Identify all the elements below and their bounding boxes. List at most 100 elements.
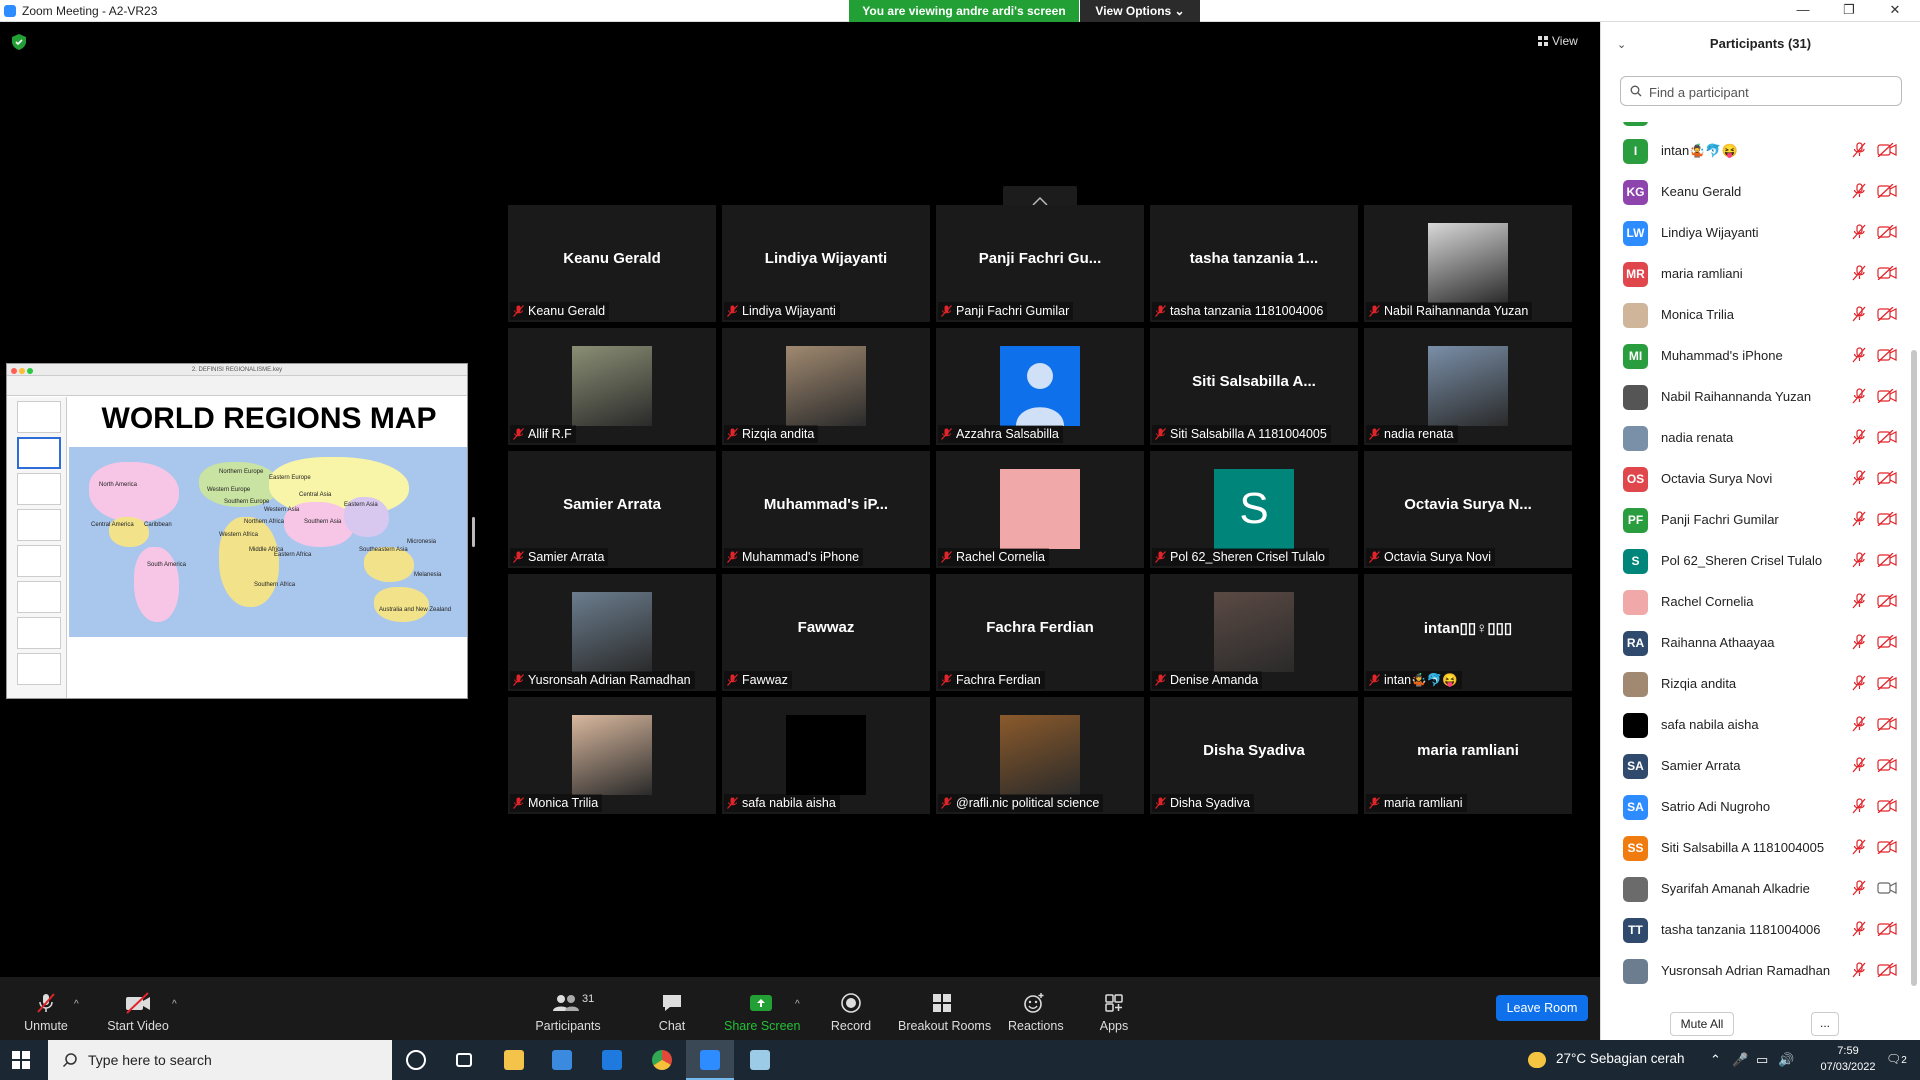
participant-video-tile[interactable]: Denise Amanda (1150, 574, 1358, 691)
participant-video-tile[interactable]: Samier Arrata Samier Arrata (508, 451, 716, 568)
video-off-icon[interactable] (1877, 184, 1897, 198)
mic-muted-icon[interactable] (1851, 388, 1867, 404)
video-off-icon[interactable] (1877, 553, 1897, 567)
view-options-button[interactable]: View Options ⌄ (1080, 0, 1200, 22)
more-options-button[interactable]: ... (1811, 1012, 1839, 1036)
participant-video-tile[interactable]: Rizqia andita (722, 328, 930, 445)
video-off-icon[interactable] (1877, 635, 1897, 649)
shared-screen-view[interactable]: 2. DEFINISI REGIONALISME.key WORLD REGIO… (6, 363, 468, 699)
participant-row[interactable]: LW Lindiya Wijayanti (1601, 212, 1911, 253)
chat-button[interactable]: Chat (652, 977, 692, 1040)
video-off-icon[interactable] (1877, 143, 1897, 157)
participant-row[interactable]: Syarifah Amanah Alkadrie (1601, 868, 1911, 909)
participant-search[interactable] (1620, 76, 1902, 106)
notepad-icon[interactable] (736, 1040, 784, 1080)
participant-video-tile[interactable]: Nabil Raihannanda Yuzan (1364, 205, 1572, 322)
participant-row[interactable]: Rizqia andita (1601, 663, 1911, 704)
windows-start-icon[interactable] (12, 1051, 30, 1069)
participant-row[interactable]: Monica Trilia (1601, 294, 1911, 335)
cortana-icon[interactable] (392, 1040, 440, 1080)
zoom-taskbar-icon[interactable] (686, 1040, 734, 1080)
volume-icon[interactable]: 🔊 (1778, 1052, 1794, 1068)
video-off-icon[interactable] (1877, 512, 1897, 526)
video-off-icon[interactable] (1877, 717, 1897, 731)
participant-video-tile[interactable]: tasha tanzania 1... tasha tanzania 118100… (1150, 205, 1358, 322)
participant-row[interactable]: Iintan🤹🐬😝 (1601, 130, 1911, 171)
mic-muted-icon[interactable] (1851, 429, 1867, 445)
video-off-icon[interactable] (1877, 676, 1897, 690)
participant-video-tile[interactable]: Lindiya Wijayanti Lindiya Wijayanti (722, 205, 930, 322)
participant-video-tile[interactable]: intan▯▯♀▯▯▯ intan🤹🐬😝 (1364, 574, 1572, 691)
video-on-icon[interactable] (1877, 881, 1897, 895)
participant-video-tile[interactable]: Panji Fachri Gu... Panji Fachri Gumilar (936, 205, 1144, 322)
weather-text[interactable]: 27°C Sebagian cerah (1556, 1051, 1685, 1066)
video-off-icon[interactable] (1877, 922, 1897, 936)
restore-button[interactable]: ❐ (1834, 2, 1864, 20)
participant-video-tile[interactable]: Fawwaz Fawwaz (722, 574, 930, 691)
taskbar-clock[interactable]: 7:59 07/03/2022 (1808, 1043, 1888, 1075)
participant-row[interactable]: Nabil Raihannanda Yuzan (1601, 376, 1911, 417)
mic-muted-icon[interactable] (1851, 634, 1867, 650)
participant-video-tile[interactable]: Yusronsah Adrian Ramadhan (508, 574, 716, 691)
participant-row[interactable]: SA Samier Arrata (1601, 745, 1911, 786)
apps-button[interactable]: Apps (1096, 977, 1132, 1040)
participant-video-tile[interactable]: Monica Trilia (508, 697, 716, 814)
mic-muted-icon[interactable] (1851, 593, 1867, 609)
participant-video-tile[interactable]: maria ramliani maria ramliani (1364, 697, 1572, 814)
mic-muted-icon[interactable] (1851, 306, 1867, 322)
video-off-icon[interactable] (1877, 430, 1897, 444)
participant-row[interactable]: SA Satrio Adi Nugroho (1601, 786, 1911, 827)
record-button[interactable]: Record (826, 977, 876, 1040)
minimize-button[interactable]: — (1788, 2, 1818, 20)
mic-muted-icon[interactable] (1851, 511, 1867, 527)
task-view-icon[interactable] (440, 1040, 488, 1080)
start-video-button[interactable]: Start Video (104, 977, 172, 1040)
share-screen-button[interactable]: Share Screen (724, 977, 800, 1040)
participant-video-tile[interactable]: Keanu Gerald Keanu Gerald (508, 205, 716, 322)
mic-muted-icon[interactable] (1851, 142, 1867, 158)
breakout-rooms-button[interactable]: Breakout Rooms (898, 977, 991, 1040)
participant-video-tile[interactable]: Rachel Cornelia (936, 451, 1144, 568)
split-resize-handle[interactable] (472, 517, 475, 547)
participants-button[interactable]: Participants (532, 977, 604, 1040)
video-off-icon[interactable] (1877, 840, 1897, 854)
participant-video-tile[interactable]: nadia renata (1364, 328, 1572, 445)
participant-row[interactable]: SS Siti Salsabilla A 1181004005 (1601, 827, 1911, 868)
video-off-icon[interactable] (1877, 225, 1897, 239)
participant-row[interactable]: TT tasha tanzania 1181004006 (1601, 909, 1911, 950)
participant-row[interactable]: RA Raihanna Athaayaa (1601, 622, 1911, 663)
video-off-icon[interactable] (1877, 799, 1897, 813)
mic-muted-icon[interactable] (1851, 757, 1867, 773)
microsoft-store-icon[interactable] (538, 1040, 586, 1080)
video-off-icon[interactable] (1877, 963, 1897, 977)
participant-video-tile[interactable]: Octavia Surya N... Octavia Surya Novi (1364, 451, 1572, 568)
participant-search-input[interactable] (1649, 82, 1894, 102)
mic-muted-icon[interactable] (1851, 347, 1867, 363)
mic-muted-icon[interactable] (1851, 183, 1867, 199)
participant-row[interactable]: Yusronsah Adrian Ramadhan (1601, 950, 1911, 991)
mic-muted-icon[interactable] (1851, 921, 1867, 937)
participant-row[interactable]: S Pol 62_Sheren Crisel Tulalo (1601, 540, 1911, 581)
unmute-button[interactable]: Unmute (16, 977, 76, 1040)
participant-row[interactable]: KG Keanu Gerald (1601, 171, 1911, 212)
reactions-button[interactable]: Reactions (1008, 977, 1064, 1040)
participant-video-tile[interactable]: Siti Salsabilla A... Siti Salsabilla A 11… (1150, 328, 1358, 445)
video-off-icon[interactable] (1877, 266, 1897, 280)
participant-video-tile[interactable]: safa nabila aisha (722, 697, 930, 814)
participant-video-tile[interactable]: Allif R.F (508, 328, 716, 445)
video-off-icon[interactable] (1877, 758, 1897, 772)
mic-muted-icon[interactable] (1851, 962, 1867, 978)
leave-room-button[interactable]: Leave Room (1496, 995, 1588, 1021)
file-explorer-icon[interactable] (490, 1040, 538, 1080)
mic-muted-icon[interactable] (1851, 224, 1867, 240)
video-off-icon[interactable] (1877, 471, 1897, 485)
notifications-icon[interactable]: 🗨2 (1886, 1052, 1907, 1066)
mic-muted-icon[interactable] (1851, 716, 1867, 732)
mic-muted-icon[interactable] (1851, 552, 1867, 568)
mic-muted-icon[interactable] (1851, 470, 1867, 486)
video-off-icon[interactable] (1877, 348, 1897, 362)
participant-row[interactable]: PF Panji Fachri Gumilar (1601, 499, 1911, 540)
participant-video-tile[interactable]: Muhammad's iP... Muhammad's iPhone (722, 451, 930, 568)
video-options-caret[interactable]: ^ (172, 999, 177, 1010)
participant-row[interactable]: Rachel Cornelia (1601, 581, 1911, 622)
